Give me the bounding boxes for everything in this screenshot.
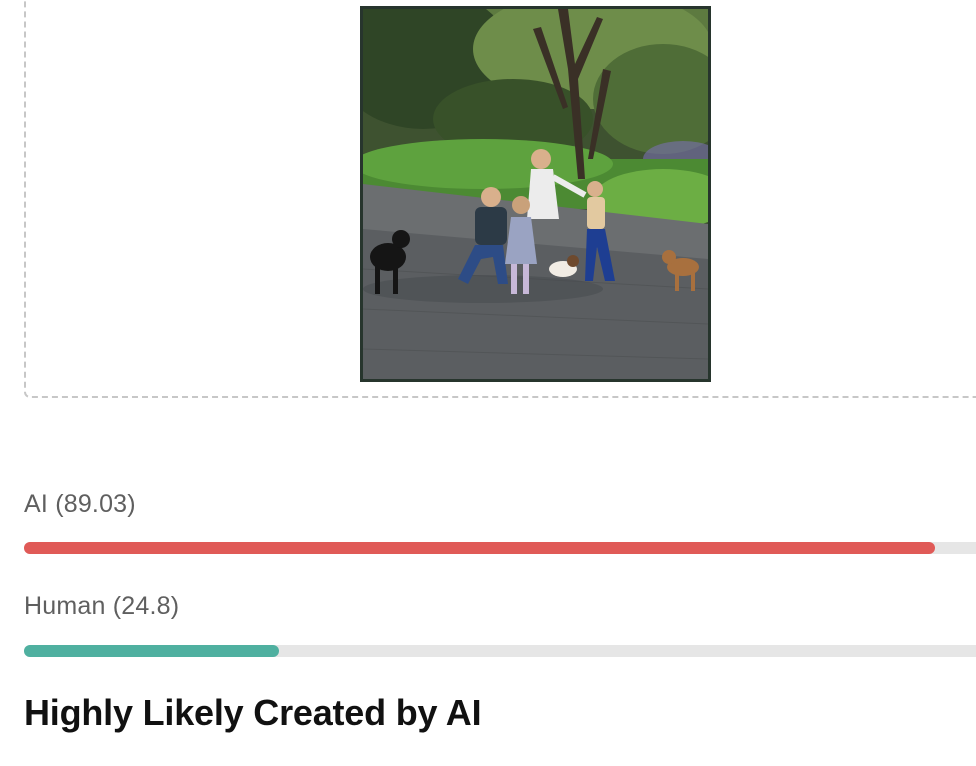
detection-result-page: AI (89.03) Human (24.8) Highly Likely Cr…: [0, 0, 976, 766]
uploaded-photo: [363, 9, 708, 379]
human-score-value: (24.8): [112, 592, 180, 620]
ai-score-bar-fill: [24, 542, 936, 554]
human-score-label: Human (24.8): [24, 592, 179, 621]
uploaded-image-preview: [360, 6, 711, 382]
human-score-name: Human: [24, 592, 106, 620]
ai-score-label: AI (89.03): [24, 490, 136, 519]
human-score-bar-fill: [24, 645, 279, 657]
human-score-bar: [24, 645, 976, 657]
ai-score-name: AI: [24, 490, 49, 518]
ai-score-bar: [24, 542, 976, 554]
verdict-heading: Highly Likely Created by AI: [24, 692, 482, 733]
ai-score-value: (89.03): [55, 490, 136, 518]
